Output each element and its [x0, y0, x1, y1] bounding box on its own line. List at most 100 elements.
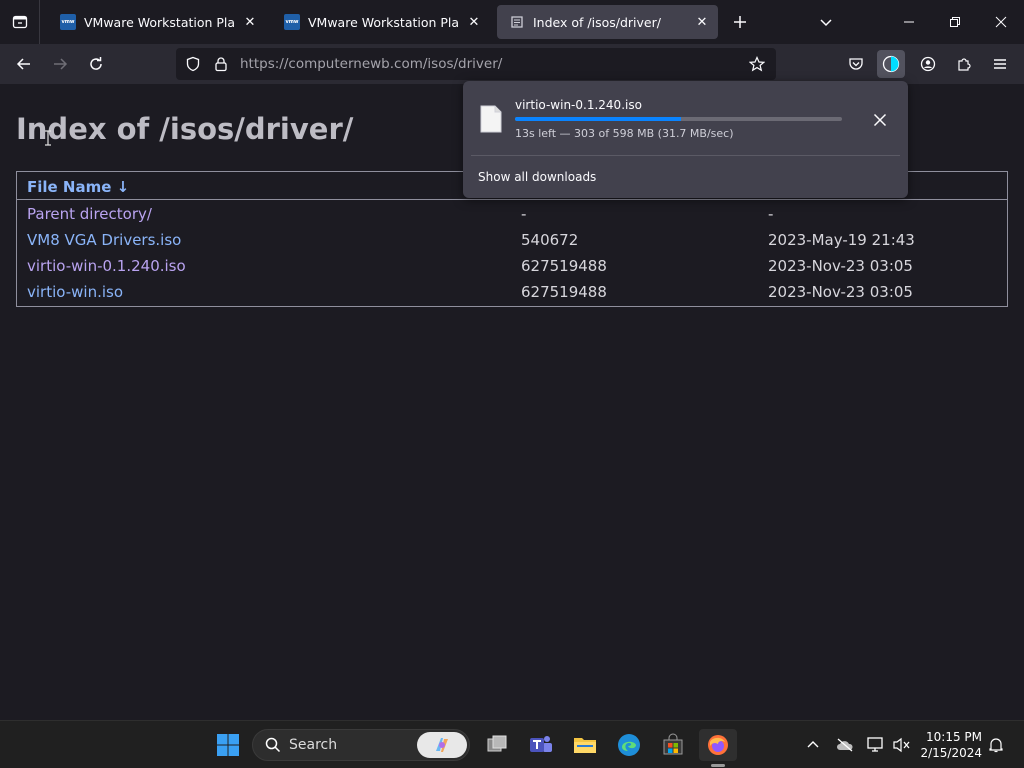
file-date: - [768, 205, 774, 223]
bell-icon [989, 738, 1003, 753]
notifications-button[interactable] [986, 735, 1006, 755]
forward-button[interactable] [46, 50, 74, 78]
pocket-button[interactable] [842, 50, 870, 78]
panel-divider [471, 155, 900, 156]
store-button[interactable] [657, 729, 689, 761]
download-progress-icon [882, 55, 900, 73]
show-all-downloads-button[interactable]: Show all downloads [478, 170, 596, 184]
cancel-download-button[interactable] [868, 108, 892, 132]
close-icon[interactable]: ✕ [242, 14, 258, 30]
clock-time: 10:15 PM [926, 730, 982, 744]
firefox-view-button[interactable] [0, 0, 40, 44]
restore-button[interactable] [932, 0, 978, 44]
file-date: 2023-Nov-23 03:05 [768, 257, 913, 275]
file-size: - [521, 205, 527, 223]
search-label: Search [289, 737, 338, 753]
hamburger-menu-icon [994, 59, 1006, 69]
downloads-button[interactable] [877, 50, 905, 78]
network-tray-button[interactable] [866, 735, 886, 755]
header-divider [17, 199, 1007, 200]
extensions-button[interactable] [950, 50, 978, 78]
arrow-right-icon [54, 58, 68, 70]
file-icon [480, 105, 502, 133]
puzzle-icon [958, 58, 971, 71]
new-tab-button[interactable] [728, 10, 752, 34]
taskbar-search[interactable]: Search [252, 729, 470, 761]
column-header-file-name[interactable]: File Name ↓ [27, 178, 129, 196]
file-link[interactable]: VM8 VGA Drivers.iso [27, 231, 181, 249]
close-icon[interactable]: ✕ [466, 14, 482, 30]
table-row: Parent directory/ - - [17, 201, 1007, 227]
table-row: virtio-win.iso 627519488 2023-Nov-23 03:… [17, 279, 1007, 305]
firefox-icon [708, 735, 728, 755]
page-title: Index of /isos/driver/ [16, 112, 354, 146]
close-window-button[interactable] [978, 0, 1024, 44]
reload-button[interactable] [82, 50, 110, 78]
store-icon [663, 733, 683, 755]
tab-vmware-1[interactable]: vmw VMware Workstation Player | VM ✕ [48, 5, 266, 39]
plus-icon [734, 16, 746, 28]
bookmark-star-icon[interactable] [746, 53, 768, 75]
speaker-muted-icon [893, 737, 910, 753]
file-link[interactable]: virtio-win-0.1.240.iso [27, 257, 186, 275]
download-status: 13s left — 303 of 598 MB (31.7 MB/sec) [515, 127, 734, 140]
file-size: 627519488 [521, 257, 607, 275]
download-filename[interactable]: virtio-win-0.1.240.iso [515, 98, 642, 112]
file-size: 540672 [521, 231, 579, 249]
arrow-left-icon [16, 58, 30, 70]
lock-icon[interactable] [210, 53, 232, 75]
windows-taskbar: Search 10:15 PM 2/15/2024 [0, 720, 1024, 768]
cloud-offline-icon [837, 738, 853, 752]
close-icon [995, 16, 1007, 28]
table-row: virtio-win-0.1.240.iso 627519488 2023-No… [17, 253, 1007, 279]
teams-button[interactable] [525, 729, 557, 761]
tab-title: Index of /isos/driver/ [533, 14, 661, 30]
show-hidden-icons-button[interactable] [803, 735, 823, 755]
onedrive-tray-button[interactable] [835, 735, 855, 755]
taskbar-clock[interactable]: 10:15 PM 2/15/2024 [920, 729, 982, 761]
firefox-view-icon [12, 15, 27, 29]
clock-date: 2/15/2024 [920, 746, 982, 760]
edge-icon [618, 734, 640, 756]
network-icon [867, 737, 883, 752]
menu-button[interactable] [986, 50, 1014, 78]
file-date: 2023-Nov-23 03:05 [768, 283, 913, 301]
account-button[interactable] [914, 50, 942, 78]
download-progress-fill [515, 117, 681, 121]
url-host: https://computernewb.com [240, 56, 423, 72]
tracking-shield-icon[interactable] [182, 53, 204, 75]
folder-icon [574, 738, 596, 753]
tab-vmware-2[interactable]: vmw VMware Workstation Player - VM ✕ [272, 5, 490, 39]
tab-index-driver[interactable]: Index of /isos/driver/ ✕ [497, 5, 718, 39]
file-date: 2023-May-19 21:43 [768, 231, 915, 249]
account-icon [920, 56, 936, 72]
file-explorer-button[interactable] [569, 729, 601, 761]
close-icon[interactable]: ✕ [694, 14, 710, 30]
firefox-taskbar-button[interactable] [699, 729, 737, 767]
volume-tray-button[interactable] [892, 735, 912, 755]
tab-title: VMware Workstation Player | VM [84, 14, 234, 30]
edge-button[interactable] [613, 729, 645, 761]
minimize-button[interactable] [886, 0, 932, 44]
back-button[interactable] [10, 50, 38, 78]
table-row: VM8 VGA Drivers.iso 540672 2023-May-19 2… [17, 227, 1007, 253]
file-size: 627519488 [521, 283, 607, 301]
text-cursor-icon [44, 130, 52, 146]
file-link[interactable]: virtio-win.iso [27, 283, 123, 301]
navigation-toolbar: https://computernewb.com/isos/driver/ [0, 44, 1024, 84]
restore-icon [950, 17, 960, 27]
url-text[interactable]: https://computernewb.com/isos/driver/ [240, 56, 746, 72]
vmware-icon: vmw [60, 14, 76, 30]
url-path: /isos/driver/ [422, 56, 503, 72]
windows-logo-icon [217, 734, 239, 756]
reload-icon [90, 57, 102, 70]
start-button[interactable] [212, 729, 244, 761]
chevron-down-icon [820, 19, 832, 27]
parent-directory-link[interactable]: Parent directory/ [27, 205, 152, 223]
list-all-tabs-button[interactable] [814, 10, 838, 34]
task-view-button[interactable] [481, 729, 513, 761]
chevron-up-icon [807, 741, 819, 748]
address-bar[interactable]: https://computernewb.com/isos/driver/ [176, 48, 776, 80]
vmware-icon: vmw [284, 14, 300, 30]
pocket-icon [849, 58, 863, 70]
